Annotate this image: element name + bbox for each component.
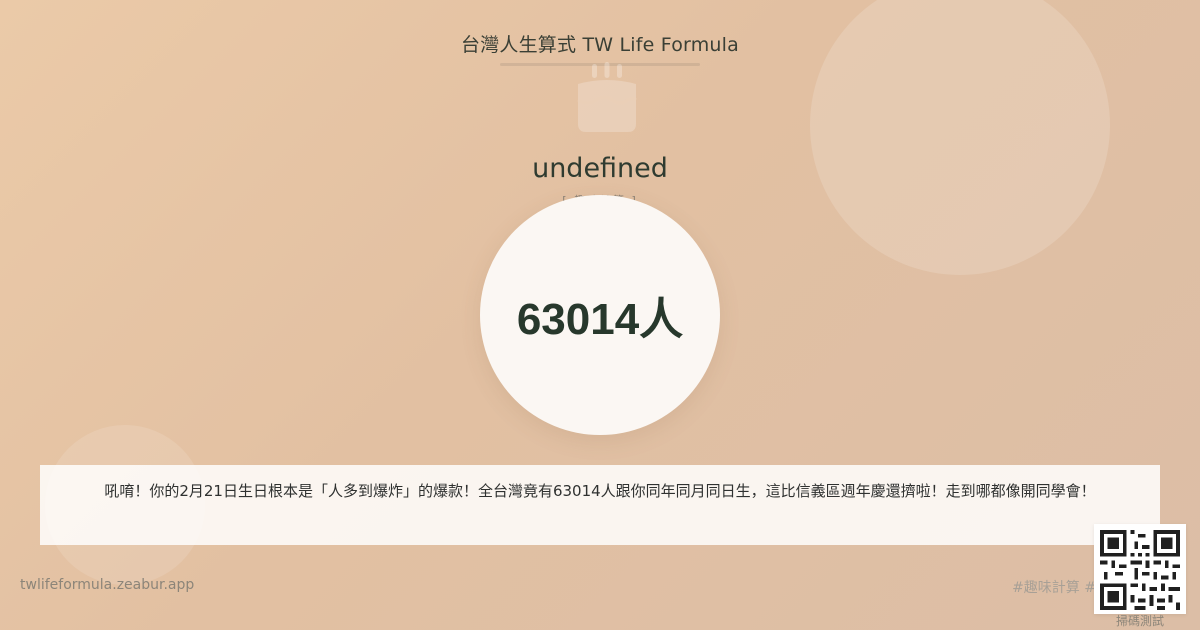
site-url-link[interactable]: twlifeformula.zeabur.app (20, 577, 194, 593)
result-value: 63014人 (516, 295, 684, 344)
message-text: 吼唷！你的2月21日生日根本是「人多到爆炸」的爆款！全台灣竟有63014人跟你同… (104, 482, 1096, 500)
qr-code-icon (1100, 530, 1180, 610)
qr-code[interactable] (1094, 524, 1186, 614)
brand-title: 台灣人生算式 TW Life Formula (461, 34, 739, 56)
qr-label: 掃碼測試 (1115, 614, 1164, 628)
result-circle: 63014人 (480, 195, 720, 435)
message-card: 吼唷！你的2月21日生日根本是「人多到爆炸」的爆款！全台灣竟有63014人跟你同… (40, 465, 1160, 545)
result-title: undefined (532, 153, 668, 184)
birthday-cake-icon (577, 62, 637, 132)
